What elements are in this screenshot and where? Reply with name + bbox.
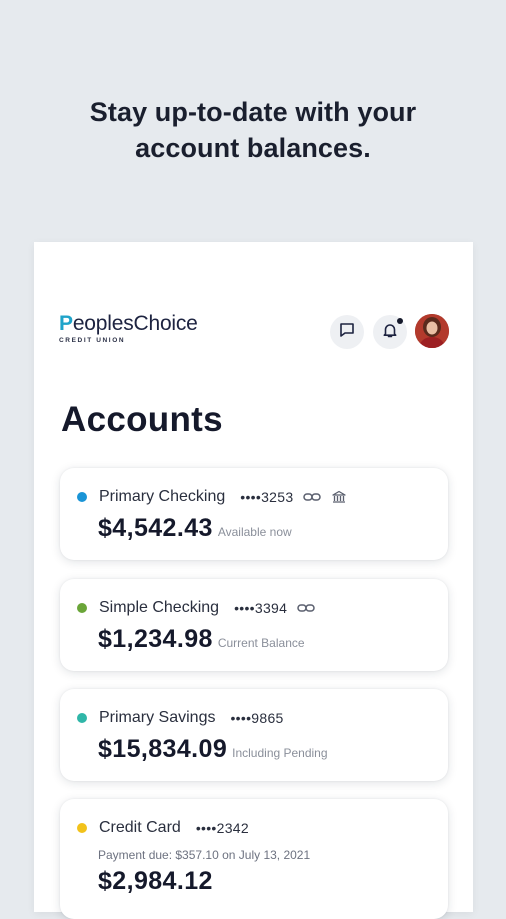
account-color-dot — [77, 603, 87, 613]
avatar[interactable] — [415, 314, 449, 348]
account-name: Credit Card — [99, 819, 181, 836]
account-card-primary-savings[interactable]: Primary Savings ••••9865 $15,834.09 Incl… — [60, 689, 448, 781]
promo-headline-line1: Stay up-to-date with your — [89, 97, 417, 127]
link-icon — [303, 491, 322, 503]
account-name: Primary Savings — [99, 709, 216, 726]
account-number-mask: ••••9865 — [230, 710, 284, 726]
account-color-dot — [77, 492, 87, 502]
account-color-dot — [77, 823, 87, 833]
promo-headline-line2: account balances. — [135, 133, 371, 163]
account-card-credit-card[interactable]: Credit Card ••••2342 Payment due: $357.1… — [60, 799, 448, 919]
account-card-primary-checking[interactable]: Primary Checking ••••3253 $4,542.43 Avai… — [60, 468, 448, 560]
brand-logo-subtitle: CREDIT UNION — [59, 337, 126, 344]
link-icon — [297, 602, 315, 614]
account-card-simple-checking[interactable]: Simple Checking ••••3394 $1,234.98 Curre… — [60, 579, 448, 671]
brand-logo-initial: P — [59, 312, 73, 335]
notifications-button[interactable] — [373, 315, 407, 349]
app-screen: PeoplesChoice CREDIT UNION Accounts Prim… — [34, 242, 473, 919]
messages-button[interactable] — [330, 315, 364, 349]
account-balance: $4,542.43 — [98, 514, 213, 542]
bank-icon — [331, 490, 347, 504]
page-title: Accounts — [61, 400, 223, 439]
account-number-mask: ••••3253 — [240, 489, 294, 505]
balance-note: Current Balance — [217, 636, 305, 650]
account-name: Simple Checking — [99, 599, 220, 616]
account-balance: $2,984.12 — [98, 867, 213, 895]
payment-due-text: Payment due: $357.10 on July 13, 2021 — [98, 848, 311, 862]
notification-dot — [397, 318, 403, 324]
promo-headline: Stay up-to-date with your account balanc… — [0, 94, 506, 166]
chat-icon — [338, 321, 356, 344]
balance-note: Available now — [217, 525, 292, 539]
account-number-mask: ••••3394 — [234, 600, 288, 616]
bell-icon — [381, 321, 399, 344]
balance-note: Including Pending — [232, 746, 328, 760]
account-color-dot — [77, 713, 87, 723]
brand-logo[interactable]: PeoplesChoice CREDIT UNION — [59, 312, 198, 344]
account-name: Primary Checking — [99, 488, 226, 505]
brand-logo-name: eoplesChoice — [72, 312, 198, 335]
account-balance: $15,834.09 — [98, 735, 228, 763]
account-number-mask: ••••2342 — [195, 820, 249, 836]
app-header: PeoplesChoice CREDIT UNION — [34, 242, 473, 362]
account-balance: $1,234.98 — [98, 625, 213, 653]
